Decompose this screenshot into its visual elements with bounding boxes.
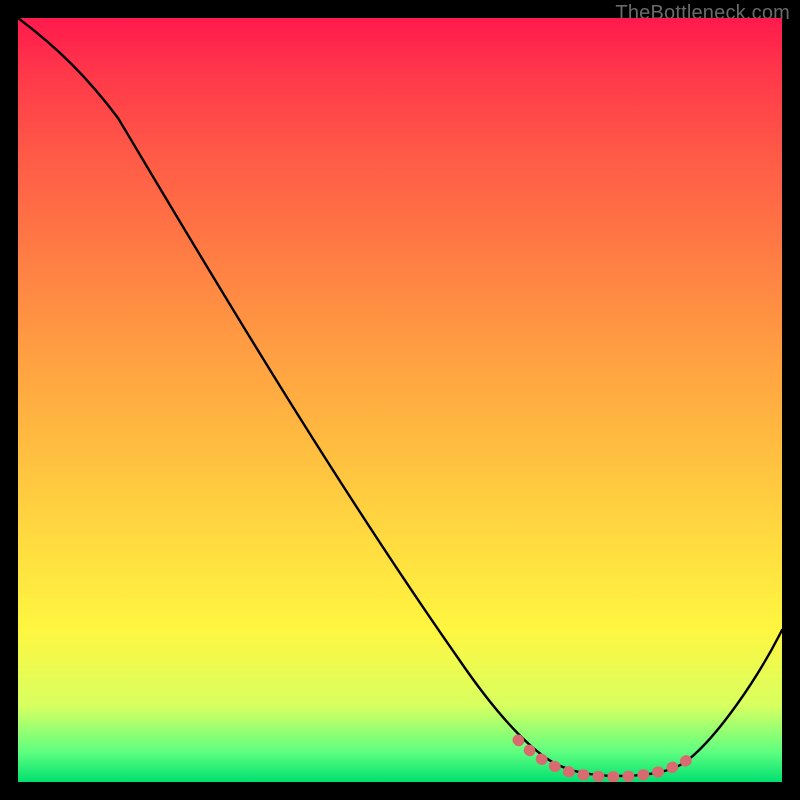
flat-highlight [518, 740, 696, 777]
chart-stage: TheBottleneck.com [0, 0, 800, 800]
chart-svg [18, 18, 782, 782]
curve-line [18, 18, 782, 776]
plot-area [18, 18, 782, 782]
